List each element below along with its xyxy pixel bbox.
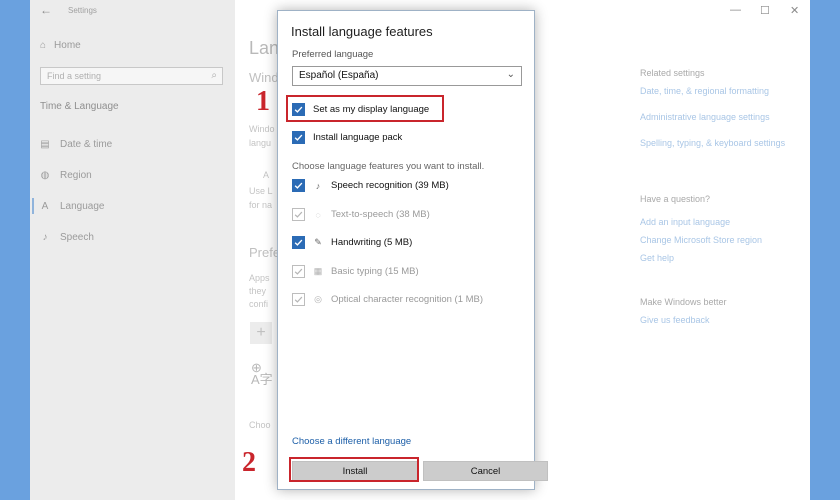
search-icon: ⌕ bbox=[211, 70, 217, 81]
keyboard-icon: ▦ bbox=[313, 266, 323, 276]
option-label: Install language pack bbox=[313, 132, 403, 143]
basic-typing-checkbox bbox=[292, 265, 305, 278]
window-title: Settings bbox=[68, 6, 97, 15]
preferred-language-select[interactable]: Español (España) ⌄ bbox=[292, 66, 522, 86]
sidebar-item-label: Language bbox=[60, 201, 105, 212]
chevron-down-icon: ⌄ bbox=[506, 69, 515, 80]
feature-label: Basic typing (15 MB) bbox=[331, 266, 419, 277]
minimize-icon[interactable]: — bbox=[730, 4, 741, 16]
add-language-button[interactable]: + bbox=[250, 322, 272, 344]
help-link[interactable]: Get help bbox=[640, 252, 790, 264]
feature-label: Speech recognition (39 MB) bbox=[331, 180, 449, 191]
sidebar-item-home[interactable]: ⌂ Home bbox=[40, 40, 81, 51]
back-arrow-icon[interactable]: ← bbox=[40, 3, 52, 17]
step1-number: 1 bbox=[256, 86, 270, 117]
preferred-language-value: Español (España) bbox=[299, 70, 379, 81]
feature-label: Optical character recognition (1 MB) bbox=[331, 294, 484, 305]
language-pack-option[interactable]: Install language pack bbox=[292, 131, 402, 144]
dialog-title: Install language features bbox=[291, 24, 433, 39]
cancel-button[interactable]: Cancel bbox=[423, 461, 548, 481]
search-input[interactable]: Find a setting ⌕ bbox=[40, 67, 223, 85]
language-glyph-icon: ⊕ A字 bbox=[251, 360, 273, 387]
sidebar-item-speech[interactable]: ♪ Speech bbox=[40, 232, 94, 243]
text-fragment: Use L bbox=[249, 186, 273, 196]
related-link[interactable]: Date, time, & regional formatting bbox=[640, 85, 790, 97]
text-fragment: they bbox=[249, 286, 267, 296]
language-icon: A bbox=[41, 201, 49, 212]
related-link[interactable]: Spelling, typing, & keyboard settings bbox=[640, 137, 790, 149]
speech-recognition-checkbox[interactable] bbox=[292, 179, 305, 192]
close-icon[interactable]: ✕ bbox=[790, 4, 799, 17]
feature-basic-typing: ▦ Basic typing (15 MB) bbox=[292, 265, 419, 278]
sidebar-section-title: Time & Language bbox=[40, 101, 119, 112]
help-link[interactable]: Change Microsoft Store region bbox=[640, 234, 790, 246]
home-icon: ⌂ bbox=[40, 40, 47, 51]
text-fragment: Choo bbox=[249, 420, 271, 430]
sidebar-item-language[interactable]: A Language bbox=[40, 201, 105, 212]
active-indicator bbox=[32, 198, 34, 214]
step2-number: 2 bbox=[242, 447, 256, 478]
scan-icon: ◎ bbox=[314, 294, 322, 304]
question-title: Have a question? bbox=[640, 194, 711, 204]
text-fragment: langu bbox=[249, 138, 272, 148]
maximize-icon[interactable]: ☐ bbox=[760, 4, 770, 17]
sidebar: ← Settings ⌂ Home Find a setting ⌕ Time … bbox=[30, 0, 235, 500]
feedback-link[interactable]: Give us feedback bbox=[640, 314, 790, 326]
handwriting-checkbox[interactable] bbox=[292, 236, 305, 249]
right-frame-border bbox=[810, 0, 840, 500]
pen-icon: ✎ bbox=[314, 237, 322, 247]
feature-handwriting[interactable]: ✎ Handwriting (5 MB) bbox=[292, 236, 412, 249]
help-link[interactable]: Add an input language bbox=[640, 216, 790, 228]
make-windows-better-title: Make Windows better bbox=[640, 297, 727, 307]
speech-bubble-icon: ◌ bbox=[315, 209, 321, 220]
microphone-icon: ♪ bbox=[42, 232, 48, 243]
choose-different-language-link[interactable]: Choose a different language bbox=[292, 436, 411, 447]
feature-ocr: ◎ Optical character recognition (1 MB) bbox=[292, 293, 483, 306]
related-link[interactable]: Administrative language settings bbox=[640, 111, 790, 123]
search-placeholder: Find a setting bbox=[47, 71, 102, 81]
left-frame-border bbox=[0, 0, 30, 500]
features-label: Choose language features you want to ins… bbox=[292, 161, 485, 172]
preferred-language-label: Preferred language bbox=[292, 49, 374, 60]
sidebar-item-label: Speech bbox=[60, 232, 94, 243]
text-to-speech-checkbox bbox=[292, 208, 305, 221]
text-fragment: for na bbox=[249, 200, 273, 210]
preferred-languages-heading: Prefe bbox=[249, 245, 281, 260]
language-pack-checkbox[interactable] bbox=[292, 131, 305, 144]
windows-display-heading: Wind bbox=[249, 70, 279, 85]
sidebar-item-label: Region bbox=[60, 170, 92, 181]
feature-speech-recognition[interactable]: ♪ Speech recognition (39 MB) bbox=[292, 179, 449, 192]
install-language-dialog: Install language features Preferred lang… bbox=[277, 10, 548, 490]
microphone-icon: ♪ bbox=[315, 180, 321, 191]
ocr-checkbox bbox=[292, 293, 305, 306]
related-settings-title: Related settings bbox=[640, 68, 705, 78]
sidebar-item-label: Date & time bbox=[60, 139, 113, 150]
feature-label: Handwriting (5 MB) bbox=[331, 237, 413, 248]
text-fragment: Windo bbox=[249, 124, 275, 134]
feature-text-to-speech: ◌ Text-to-speech (38 MB) bbox=[292, 208, 430, 221]
page-title: Lan bbox=[249, 38, 280, 58]
sidebar-item-label: Home bbox=[54, 40, 81, 51]
step2-highlight bbox=[289, 457, 419, 482]
feature-label: Text-to-speech (38 MB) bbox=[331, 209, 430, 220]
text-fragment: A bbox=[263, 170, 270, 180]
globe-icon: ◍ bbox=[40, 170, 50, 181]
step1-highlight bbox=[286, 95, 444, 122]
text-fragment: Apps bbox=[249, 273, 270, 283]
text-fragment: confi bbox=[249, 299, 269, 309]
sidebar-item-date-time[interactable]: ▤ Date & time bbox=[40, 139, 112, 150]
calendar-clock-icon: ▤ bbox=[40, 139, 50, 150]
sidebar-item-region[interactable]: ◍ Region bbox=[40, 170, 92, 181]
